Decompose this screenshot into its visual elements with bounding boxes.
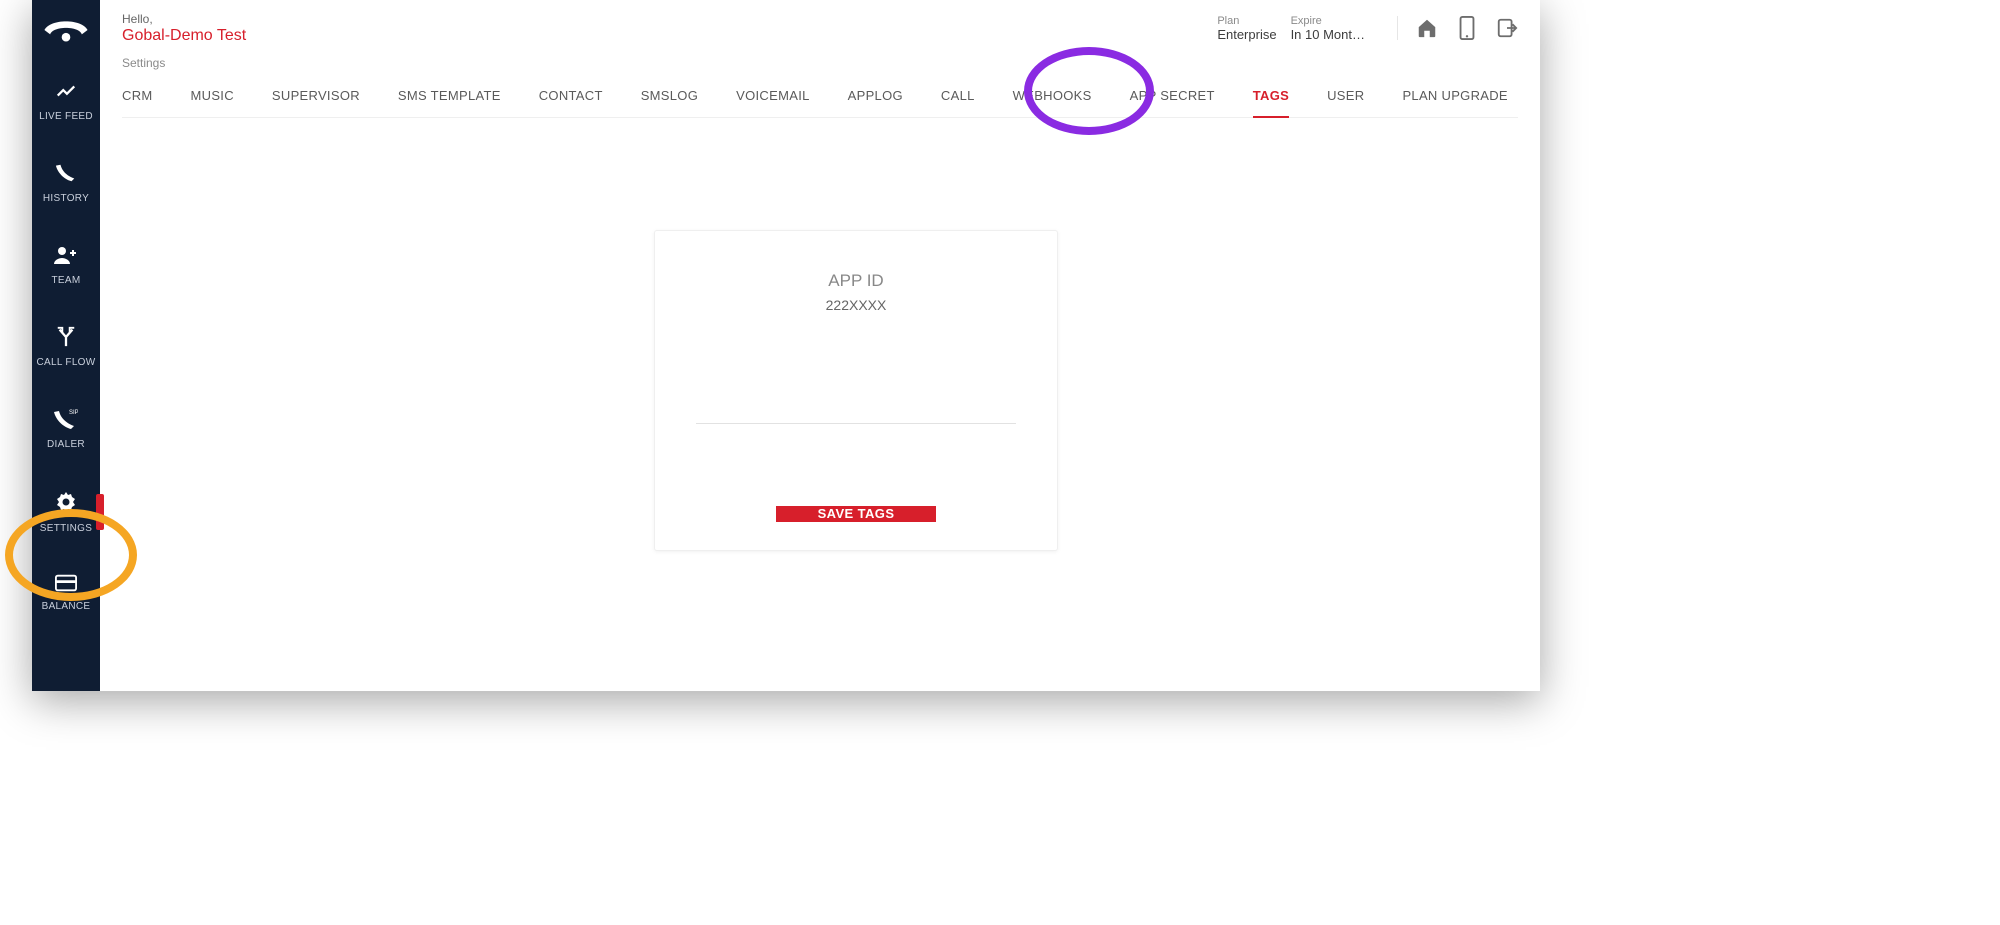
settings-tabs: CRM MUSIC SUPERVISOR SMS TEMPLATE CONTAC… [122, 78, 1518, 118]
phone-icon [55, 162, 77, 184]
sidebar-item-history[interactable]: HISTORY [32, 142, 100, 224]
tab-supervisor[interactable]: SUPERVISOR [272, 78, 360, 117]
expire-value: In 10 Mont… [1291, 27, 1365, 42]
tab-contact[interactable]: CONTACT [539, 78, 603, 117]
tags-card: APP ID 222XXXX SAVE TAGS [654, 230, 1058, 551]
app-id-title: APP ID [828, 271, 883, 291]
card-icon [55, 574, 77, 592]
sidebar-item-label: LIVE FEED [39, 111, 93, 122]
sidebar-item-call-flow[interactable]: CALL FLOW [32, 306, 100, 388]
trend-line-icon [55, 80, 77, 102]
sidebar-item-dialer[interactable]: SIP DIALER [32, 388, 100, 470]
mobile-icon[interactable] [1458, 16, 1476, 40]
brand-logo [32, 0, 100, 60]
plan-label: Plan [1217, 15, 1276, 27]
sidebar-item-label: SETTINGS [40, 523, 92, 534]
sidebar-item-label: CALL FLOW [36, 357, 95, 368]
team-add-icon [54, 244, 78, 266]
tab-smslog[interactable]: SMSLOG [641, 78, 698, 117]
svg-text:SIP: SIP [69, 410, 78, 416]
greeting: Hello, Gobal-Demo Test [122, 12, 1217, 45]
expire-block: Expire In 10 Mont… [1291, 15, 1365, 42]
sidebar: LIVE FEED HISTORY TEAM [32, 0, 100, 691]
header: Hello, Gobal-Demo Test Plan Enterprise E… [100, 0, 1540, 50]
sidebar-item-label: BALANCE [42, 601, 91, 612]
plan-block: Plan Enterprise [1217, 15, 1276, 42]
sidebar-item-balance[interactable]: BALANCE [32, 554, 100, 632]
active-indicator [96, 494, 104, 530]
sidebar-item-label: HISTORY [43, 193, 89, 204]
sidebar-item-label: TEAM [52, 275, 81, 286]
settings-tabs-row: Settings CRM MUSIC SUPERVISOR SMS TEMPLA… [100, 56, 1540, 118]
user-name: Gobal-Demo Test [122, 27, 1217, 45]
sidebar-item-label: DIALER [47, 439, 85, 450]
home-icon[interactable] [1416, 17, 1438, 39]
sidebar-item-team[interactable]: TEAM [32, 224, 100, 306]
tab-call[interactable]: CALL [941, 78, 975, 117]
exit-icon[interactable] [1496, 17, 1518, 39]
tab-sms-template[interactable]: SMS TEMPLATE [398, 78, 501, 117]
tab-app-secret[interactable]: APP SECRET [1130, 78, 1215, 117]
sidebar-item-settings[interactable]: SETTINGS [32, 470, 100, 554]
header-meta: Plan Enterprise Expire In 10 Mont… [1217, 15, 1518, 42]
tab-applog[interactable]: APPLOG [848, 78, 903, 117]
tab-music[interactable]: MUSIC [191, 78, 234, 117]
hello-text: Hello, [122, 12, 1217, 26]
input-underline[interactable] [696, 423, 1016, 424]
app-screen: LIVE FEED HISTORY TEAM [32, 0, 1540, 691]
tab-user[interactable]: USER [1327, 78, 1364, 117]
sidebar-item-live-feed[interactable]: LIVE FEED [32, 60, 100, 142]
split-arrows-icon [55, 326, 77, 348]
plan-value: Enterprise [1217, 27, 1276, 42]
tab-voicemail[interactable]: VOICEMAIL [736, 78, 810, 117]
expire-label: Expire [1291, 15, 1365, 27]
gear-icon [54, 490, 78, 514]
tab-plan-upgrade[interactable]: PLAN UPGRADE [1402, 78, 1507, 117]
tab-tags[interactable]: TAGS [1253, 78, 1289, 117]
tab-webhooks[interactable]: WEBHOOKS [1013, 78, 1092, 117]
dialer-sip-icon: SIP [54, 408, 78, 430]
tabs-heading: Settings [122, 56, 1518, 70]
save-tags-button[interactable]: SAVE TAGS [776, 506, 936, 522]
app-id-value: 222XXXX [826, 297, 887, 313]
tab-crm[interactable]: CRM [122, 78, 153, 117]
